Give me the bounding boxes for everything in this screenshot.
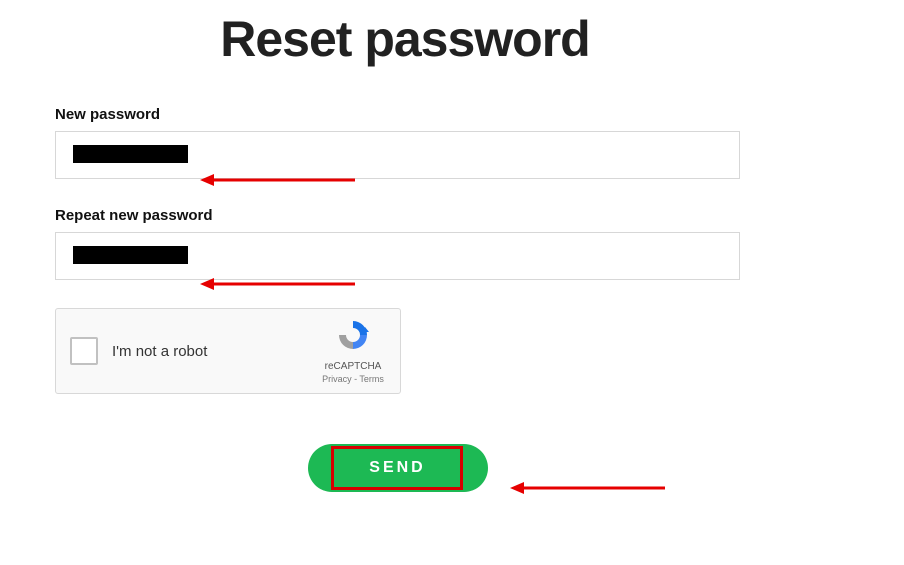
repeat-password-wrap [55,232,755,280]
new-password-label: New password [55,106,755,123]
new-password-mask [73,145,188,163]
send-button[interactable]: SEND [308,444,488,492]
recaptcha-logo-icon [336,318,370,357]
repeat-password-label: Repeat new password [55,207,755,224]
recaptcha-links[interactable]: Privacy - Terms [322,374,384,384]
recaptcha-widget: I'm not a robot reCAPTCHA Privacy - Term… [55,308,401,394]
page-title: Reset password [55,10,755,68]
send-button-label: SEND [369,459,425,477]
recaptcha-checkbox[interactable] [70,337,98,365]
repeat-password-mask [73,246,188,264]
recaptcha-brand-block: reCAPTCHA Privacy - Terms [318,318,388,384]
recaptcha-brand-text: reCAPTCHA [325,361,382,372]
new-password-wrap [55,131,755,179]
recaptcha-label: I'm not a robot [112,343,318,360]
